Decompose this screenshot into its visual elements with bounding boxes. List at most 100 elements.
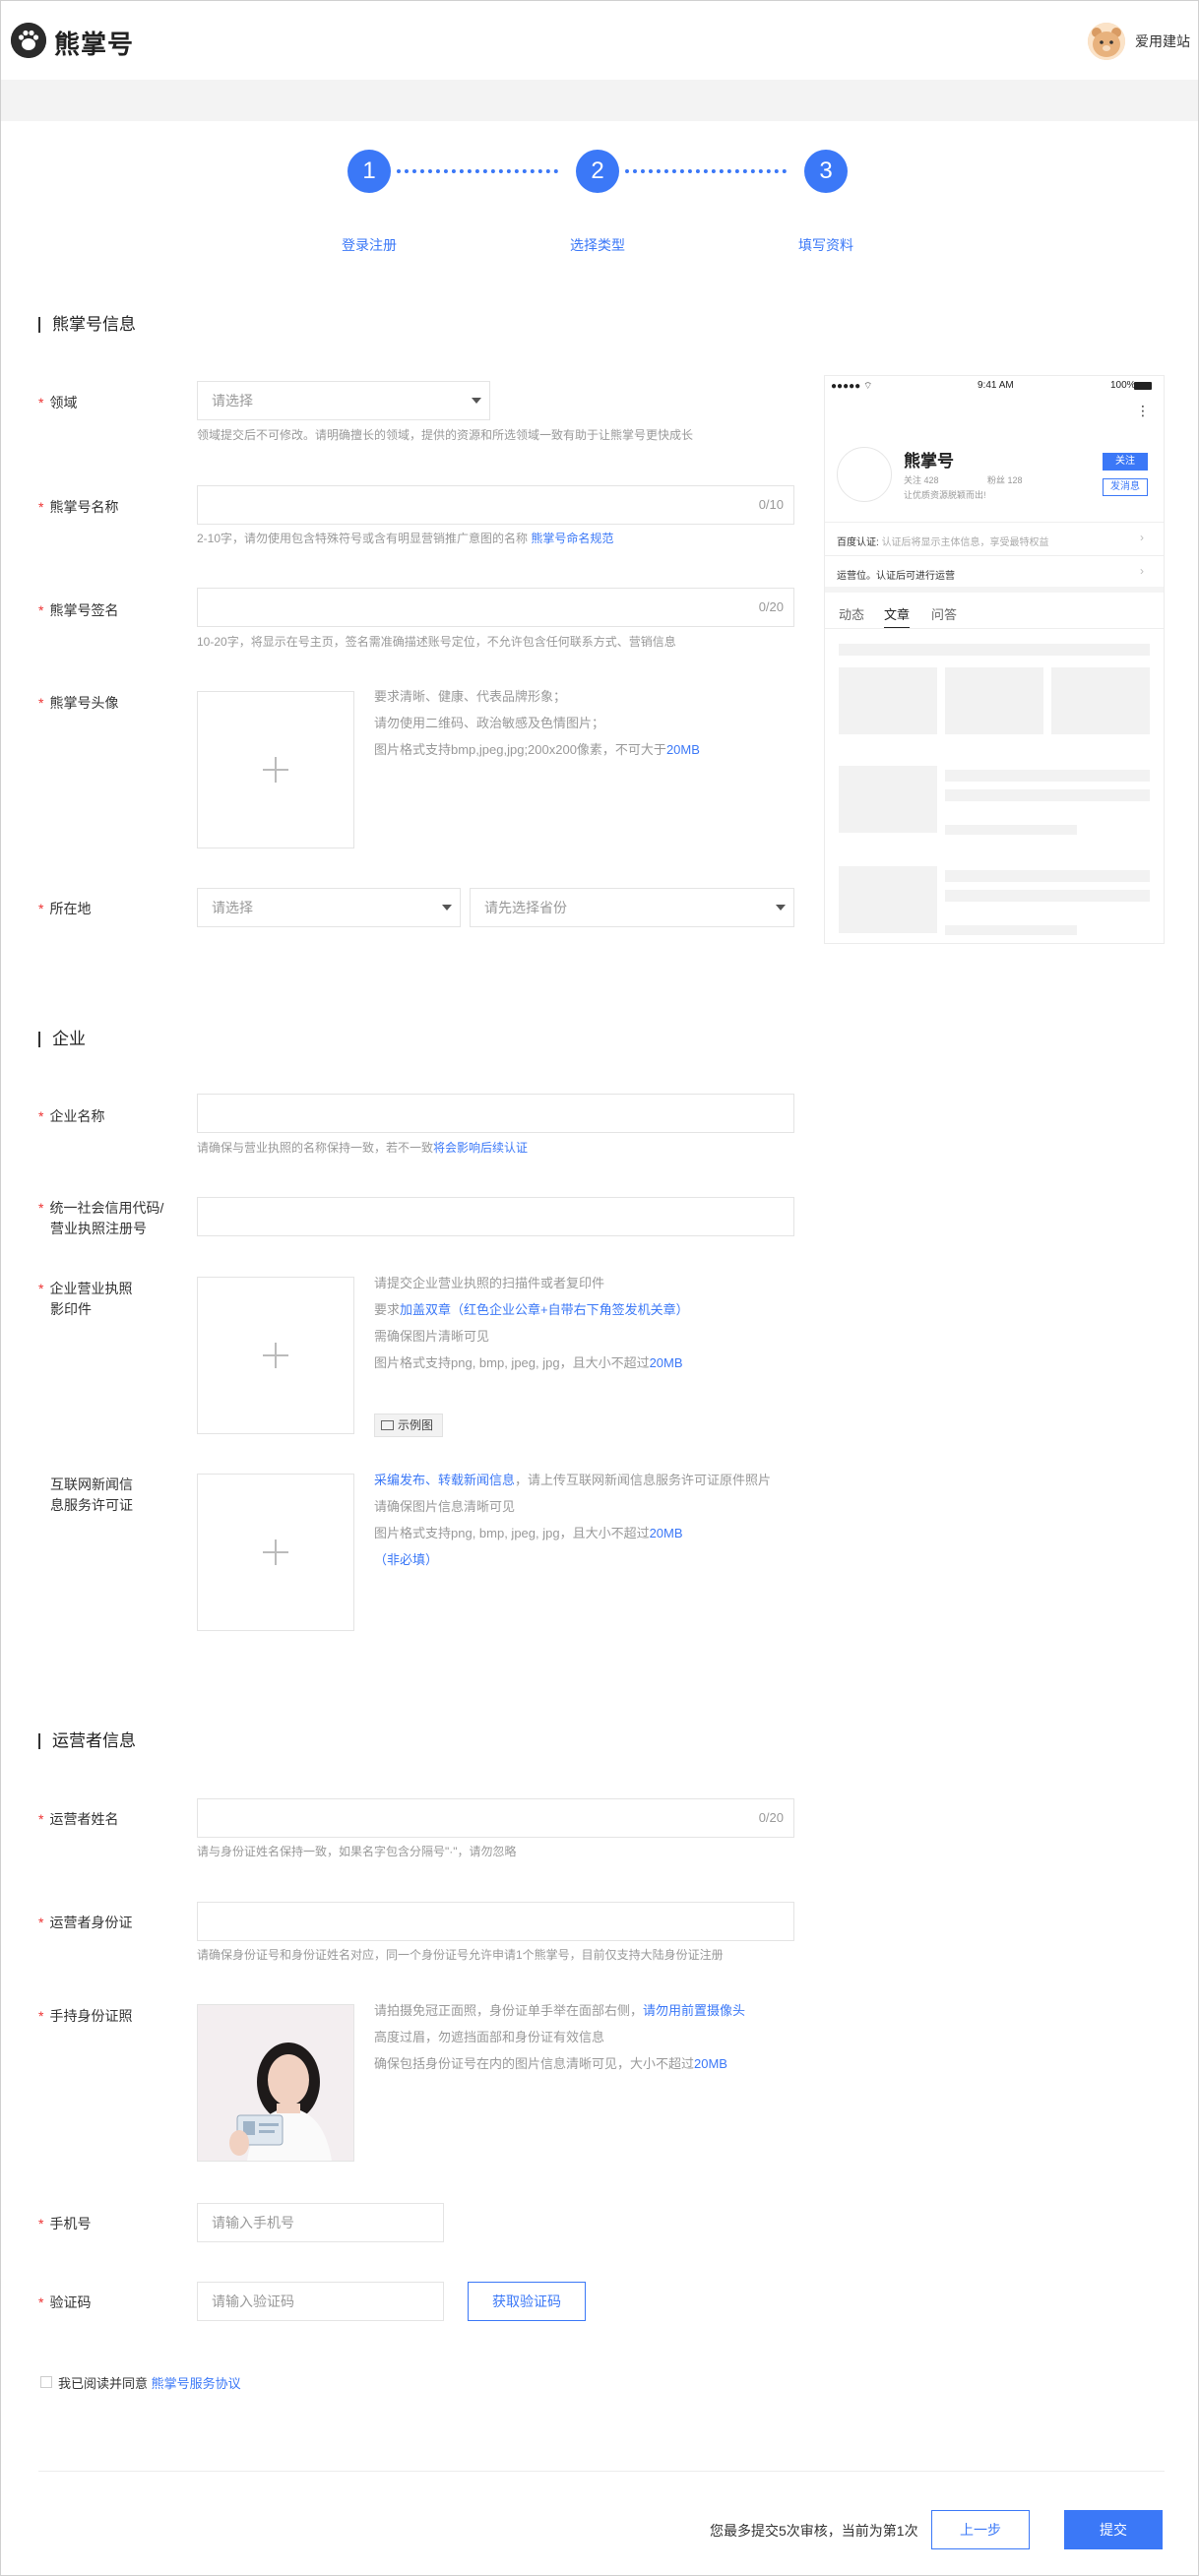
news-permit-label: 互联网新闻信 息服务许可证	[50, 1476, 133, 1513]
preview-ops-label: 运营位。认证后可进行运营	[837, 571, 955, 582]
battery-text: 100%	[1110, 380, 1136, 391]
account-name-hint: 2-10字，请勿使用包含特殊符号或含有明显营销推广意图的名称 熊掌号命名规范	[197, 532, 614, 545]
verify-code-input[interactable]: 请输入验证码	[197, 2282, 444, 2321]
step-1-label: 登录注册	[342, 237, 397, 253]
user-avatar[interactable]	[1088, 23, 1125, 60]
signature-label: * 熊掌号签名	[38, 602, 119, 618]
company-name-input[interactable]	[197, 1094, 794, 1133]
preview-tab-dynamic: 动态	[839, 607, 865, 622]
mobile-preview: ●●●●● ⌔ 9:41 AM 100% ⋮ 熊掌号 关注 428 粉丝 128…	[824, 375, 1165, 944]
hold-id-label: * 手持身份证照	[38, 2008, 133, 2024]
service-agreement-link[interactable]: 熊掌号服务协议	[152, 2376, 241, 2391]
chevron-right-icon: ›	[1140, 531, 1144, 544]
submit-note: 您最多提交5次审核，当前为第1次	[710, 2523, 918, 2539]
preview-tagline: 让优质资源脱颖而出!	[904, 490, 986, 500]
step-1-circle: 1	[347, 150, 391, 193]
bear-paw-logo-icon[interactable]	[11, 23, 46, 58]
skeleton-line	[945, 789, 1150, 801]
preview-tab-articles: 文章	[884, 604, 911, 629]
avatar-upload[interactable]	[197, 691, 354, 848]
license-upload[interactable]	[197, 1277, 354, 1434]
prev-step-button[interactable]: 上一步	[931, 2510, 1030, 2549]
example-image-button[interactable]: 示例图	[374, 1414, 443, 1437]
divider	[825, 628, 1164, 629]
preview-message-button: 发消息	[1103, 478, 1148, 496]
char-counter: 0/20	[758, 1810, 784, 1825]
step-3-label: 填写资料	[798, 237, 853, 253]
step-2-circle: 2	[576, 150, 619, 193]
skeleton-line	[945, 770, 1150, 782]
field-select[interactable]: 请选择	[197, 381, 490, 420]
skeleton-line	[839, 644, 1150, 656]
username[interactable]: 爱用建站	[1135, 31, 1190, 51]
skeleton-image	[839, 866, 937, 933]
operator-id-input[interactable]	[197, 1902, 794, 1941]
signal-icon: ●●●●● ⌔	[831, 381, 873, 392]
header-divider-band	[1, 80, 1198, 121]
operator-id-hint: 请确保身份证号和身份证姓名对应，同一个身份证号允许申请1个熊掌号，目前仅支持大陆…	[197, 1948, 724, 1962]
operator-name-label: * 运营者姓名	[38, 1811, 119, 1827]
signature-input[interactable]: 0/20	[197, 588, 794, 627]
account-name-input[interactable]: 0/10	[197, 485, 794, 525]
section-title-account-info: 熊掌号信息	[38, 316, 136, 333]
divider	[825, 555, 1164, 556]
agreement-text: 我已阅读并同意 熊掌号服务协议	[58, 2376, 241, 2391]
skeleton-image	[1051, 667, 1150, 734]
credit-code-input[interactable]	[197, 1197, 794, 1236]
phone-input[interactable]: 请输入手机号	[197, 2203, 444, 2242]
battery-icon	[1134, 382, 1152, 390]
step-2-label: 选择类型	[570, 237, 625, 253]
step-connector	[625, 169, 787, 173]
skeleton-line	[945, 870, 1150, 882]
company-name-label: * 企业名称	[38, 1108, 105, 1124]
agreement-checkbox[interactable]	[40, 2376, 52, 2388]
operator-name-input[interactable]: 0/20	[197, 1798, 794, 1838]
province-select[interactable]: 请选择	[197, 888, 461, 927]
skeleton-image	[839, 766, 937, 833]
chevron-down-icon	[776, 905, 786, 911]
company-name-hint: 请确保与营业执照的名称保持一致，若不一致将会影响后续认证	[197, 1141, 529, 1155]
preview-baidu-verify: 百度认证: 认证后将显示主体信息，享受最特权益	[837, 537, 1049, 548]
submit-button[interactable]: 提交	[1064, 2510, 1163, 2549]
avatar-hint: 要求清晰、健康、代表品牌形象； 请勿使用二维码、政治敏感及色情图片； 图片格式支…	[374, 689, 700, 757]
preview-tab-qa: 问答	[931, 607, 958, 622]
news-permit-hint: 采编发布、转载新闻信息，请上传互联网新闻信息服务许可证原件照片 请确保图片信息清…	[374, 1473, 772, 1567]
field-hint: 领域提交后不可修改。请明确擅长的领域，提供的资源和所选领域一致有助于让熊掌号更快…	[197, 428, 694, 442]
city-select[interactable]: 请先选择省份	[470, 888, 794, 927]
top-header: 熊掌号 爱用建站	[1, 1, 1198, 80]
hold-id-hint: 请拍摄免冠正面照，身份证单手举在面部右侧，请勿用前置摄像头 高度过眉，勿遮挡面部…	[374, 2003, 746, 2071]
naming-rules-link[interactable]: 熊掌号命名规范	[531, 532, 613, 545]
char-counter: 0/20	[758, 599, 784, 614]
hold-id-sample-photo[interactable]	[197, 2004, 354, 2162]
preview-avatar	[837, 447, 892, 502]
step-3-circle: 3	[804, 150, 848, 193]
plus-icon	[263, 1343, 288, 1368]
more-dots-icon[interactable]: ⋮	[1136, 404, 1150, 417]
preview-account-name: 熊掌号	[904, 452, 954, 471]
image-icon	[381, 1420, 394, 1430]
chevron-down-icon	[442, 905, 452, 911]
license-label: * 企业营业执照 影印件	[38, 1281, 133, 1317]
skeleton-line	[945, 925, 1077, 935]
preview-fans-count: 粉丝 128	[987, 475, 1023, 485]
logo-text[interactable]: 熊掌号	[54, 25, 134, 61]
chevron-right-icon: ›	[1140, 564, 1144, 578]
credit-code-label: * 统一社会信用代码/ 营业执照注册号	[38, 1200, 164, 1236]
verify-code-label: * 验证码	[38, 2294, 92, 2310]
license-hint: 请提交企业营业执照的扫描件或者复印件 要求加盖双章（红色企业公章+自带右下角签发…	[374, 1276, 689, 1370]
divider-band	[825, 587, 1164, 593]
section-title-enterprise: 企业	[38, 1031, 86, 1047]
skeleton-line	[945, 890, 1150, 902]
skeleton-line	[945, 825, 1077, 835]
chevron-down-icon	[472, 398, 481, 404]
section-title-operator-info: 运营者信息	[38, 1732, 136, 1749]
news-permit-upload[interactable]	[197, 1474, 354, 1631]
person-holding-id-image	[198, 2005, 353, 2161]
status-time: 9:41 AM	[978, 380, 1014, 391]
get-code-button[interactable]: 获取验证码	[468, 2282, 586, 2321]
char-counter: 0/10	[758, 497, 784, 512]
footer-divider	[38, 2471, 1165, 2472]
phone-label: * 手机号	[38, 2216, 92, 2231]
divider	[825, 522, 1164, 523]
location-label: * 所在地	[38, 901, 92, 916]
